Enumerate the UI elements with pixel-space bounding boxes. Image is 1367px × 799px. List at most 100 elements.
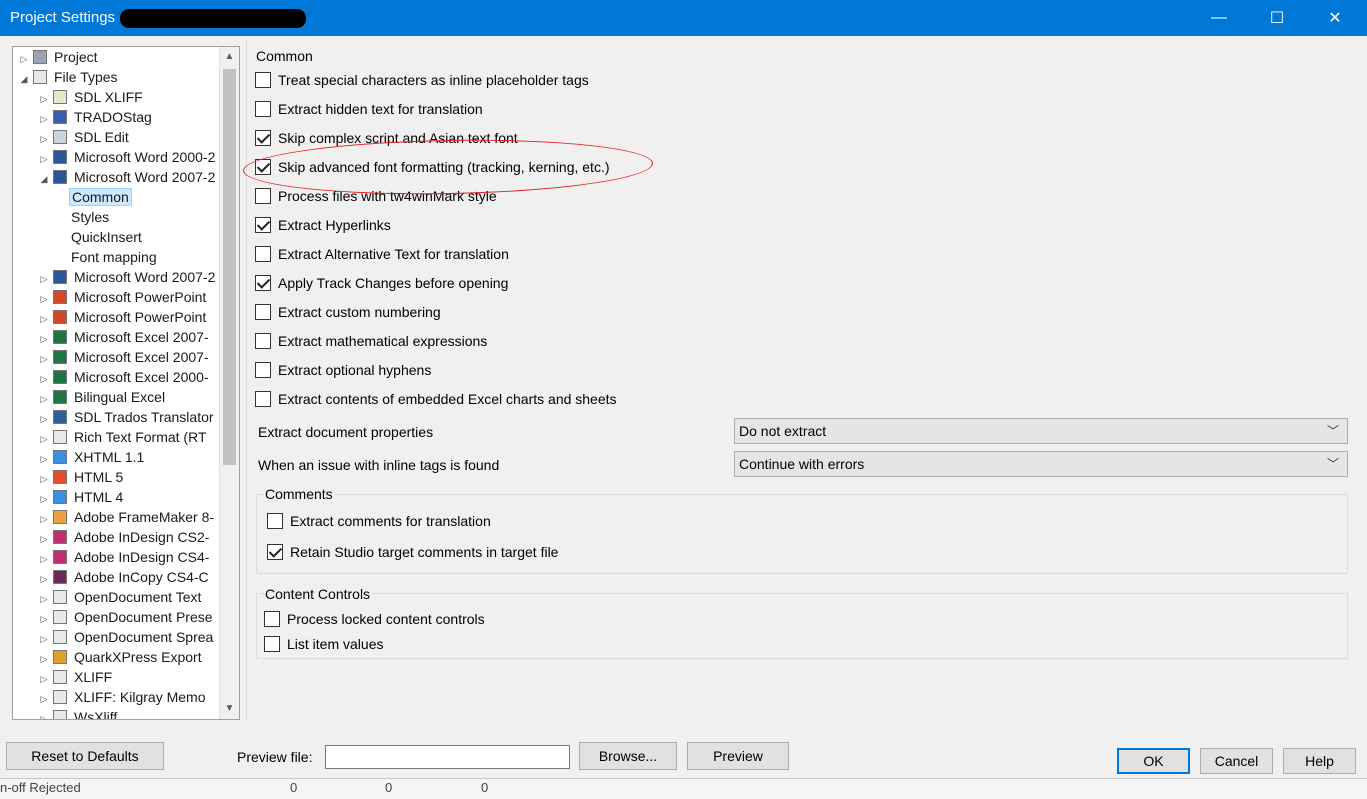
expander-icon[interactable]: ▷	[39, 489, 49, 509]
checkbox[interactable]	[255, 362, 271, 378]
tree-item[interactable]: ◢ Microsoft Word 2007-2	[39, 167, 217, 187]
expander-icon[interactable]: ◢	[19, 69, 29, 89]
checkbox[interactable]	[255, 72, 271, 88]
checkbox[interactable]	[267, 513, 283, 529]
title-bar[interactable]: Project Settings - — ☐ ✕	[0, 0, 1367, 36]
expander-icon[interactable]: ▷	[39, 709, 49, 719]
expander-icon[interactable]: ▷	[39, 609, 49, 629]
expander-icon[interactable]: ▷	[39, 369, 49, 389]
option-row[interactable]: Apply Track Changes before opening	[255, 273, 508, 293]
expander-icon[interactable]: ▷	[39, 569, 49, 589]
expander-icon[interactable]: ▷	[39, 429, 49, 449]
browse-button[interactable]: Browse...	[579, 742, 677, 770]
tree-item[interactable]: ▷ Adobe FrameMaker 8-	[39, 507, 216, 527]
option-row[interactable]: Skip advanced font formatting (tracking,…	[255, 157, 610, 177]
scroll-thumb[interactable]	[223, 69, 236, 465]
tree-item[interactable]: ▷ OpenDocument Sprea	[39, 627, 215, 647]
tree-item[interactable]: ▷ TRADOStag	[39, 107, 154, 127]
checkbox[interactable]	[264, 636, 280, 652]
expander-icon[interactable]: ▷	[39, 509, 49, 529]
preview-button[interactable]: Preview	[687, 742, 789, 770]
expander-icon[interactable]: ◢	[39, 169, 49, 189]
option-row[interactable]: Retain Studio target comments in target …	[267, 542, 558, 562]
expander-icon[interactable]: ▷	[39, 309, 49, 329]
option-row[interactable]: Process files with tw4winMark style	[255, 186, 497, 206]
checkbox[interactable]	[267, 544, 283, 560]
checkbox[interactable]	[255, 217, 271, 233]
tree-item[interactable]: ▷ HTML 4	[39, 487, 125, 507]
option-row[interactable]: Extract Alternative Text for translation	[255, 244, 509, 264]
tree-item[interactable]: ▷ Microsoft Word 2007-2	[39, 267, 217, 287]
option-row[interactable]: Extract optional hyphens	[255, 360, 431, 380]
option-row[interactable]: List item values	[264, 634, 383, 654]
option-row[interactable]: Extract hidden text for translation	[255, 99, 483, 119]
scroll-down-icon[interactable]: ▼	[220, 699, 239, 719]
tree-item[interactable]: ◢ File Types	[19, 67, 120, 87]
expander-icon[interactable]: ▷	[39, 629, 49, 649]
expander-icon[interactable]: ▷	[39, 149, 49, 169]
tree-item[interactable]: ▷ XHTML 1.1	[39, 447, 146, 467]
option-row[interactable]: Extract mathematical expressions	[255, 331, 487, 351]
tree-item[interactable]: ▷ WsXliff	[39, 707, 119, 719]
doc-props-dropdown[interactable]: Do not extract ﹀	[734, 418, 1348, 444]
maximize-button[interactable]: ☐	[1248, 0, 1306, 36]
tree-item[interactable]: ▷ SDL Edit	[39, 127, 131, 147]
expander-icon[interactable]: ▷	[39, 669, 49, 689]
option-row[interactable]: Extract comments for translation	[267, 511, 491, 531]
tree-item[interactable]: ▷ Rich Text Format (RT	[39, 427, 209, 447]
expander-icon[interactable]: ▷	[39, 109, 49, 129]
expander-icon[interactable]: ▷	[39, 289, 49, 309]
tree-item[interactable]: ▷ Project	[19, 47, 100, 67]
close-button[interactable]: ✕	[1306, 0, 1364, 36]
tree-item[interactable]: ▷ SDL Trados Translator	[39, 407, 216, 427]
expander-icon[interactable]: ▷	[39, 649, 49, 669]
preview-file-input[interactable]	[325, 745, 570, 769]
option-row[interactable]: Process locked content controls	[264, 609, 485, 629]
expander-icon[interactable]: ▷	[39, 549, 49, 569]
tree-scrollbar[interactable]: ▲ ▼	[219, 47, 239, 719]
expander-icon[interactable]: ▷	[39, 349, 49, 369]
checkbox[interactable]	[264, 611, 280, 627]
option-row[interactable]: Extract custom numbering	[255, 302, 441, 322]
checkbox[interactable]	[255, 101, 271, 117]
scroll-up-icon[interactable]: ▲	[220, 47, 239, 67]
inline-tags-dropdown[interactable]: Continue with errors ﹀	[734, 451, 1348, 477]
tree-item[interactable]: ▷ Adobe InDesign CS4-	[39, 547, 211, 567]
tree-item[interactable]: ▷ XLIFF	[39, 667, 114, 687]
expander-icon[interactable]: ▷	[19, 49, 29, 69]
tree-item[interactable]: Font mapping	[69, 247, 159, 267]
expander-icon[interactable]: ▷	[39, 409, 49, 429]
tree-item[interactable]: ▷ Bilingual Excel	[39, 387, 167, 407]
expander-icon[interactable]: ▷	[39, 129, 49, 149]
settings-tree[interactable]: ▷ Project ◢ File Types ▷ SDL XLIFF ▷ TRADOStag ▷…	[12, 46, 240, 720]
tree-item[interactable]: Common	[69, 187, 132, 207]
tree-item[interactable]: ▷ HTML 5	[39, 467, 125, 487]
expander-icon[interactable]: ▷	[39, 469, 49, 489]
checkbox[interactable]	[255, 130, 271, 146]
help-button[interactable]: Help	[1283, 748, 1356, 774]
option-row[interactable]: Skip complex script and Asian text font	[255, 128, 518, 148]
checkbox[interactable]	[255, 159, 271, 175]
tree-item[interactable]: QuickInsert	[69, 227, 144, 247]
tree-item[interactable]: ▷ Microsoft Word 2000-2	[39, 147, 217, 167]
tree-item[interactable]: ▷ Microsoft PowerPoint	[39, 287, 208, 307]
tree-item[interactable]: ▷ SDL XLIFF	[39, 87, 145, 107]
tree-item[interactable]: ▷ Adobe InCopy CS4-C	[39, 567, 211, 587]
tree-item[interactable]: Styles	[69, 207, 111, 227]
tree-item[interactable]: ▷ Adobe InDesign CS2-	[39, 527, 211, 547]
checkbox[interactable]	[255, 333, 271, 349]
tree-item[interactable]: ▷ OpenDocument Prese	[39, 607, 215, 627]
option-row[interactable]: Extract Hyperlinks	[255, 215, 391, 235]
checkbox[interactable]	[255, 391, 271, 407]
expander-icon[interactable]: ▷	[39, 529, 49, 549]
tree-item[interactable]: ▷ Microsoft Excel 2007-	[39, 327, 211, 347]
tree-item[interactable]: ▷ QuarkXPress Export	[39, 647, 204, 667]
cancel-button[interactable]: Cancel	[1200, 748, 1273, 774]
ok-button[interactable]: OK	[1117, 748, 1190, 774]
option-row[interactable]: Treat special characters as inline place…	[255, 70, 589, 90]
tree-item[interactable]: ▷ Microsoft PowerPoint	[39, 307, 208, 327]
tree-item[interactable]: ▷ Microsoft Excel 2007-	[39, 347, 211, 367]
checkbox[interactable]	[255, 304, 271, 320]
expander-icon[interactable]: ▷	[39, 89, 49, 109]
tree-item[interactable]: ▷ Microsoft Excel 2000-	[39, 367, 211, 387]
